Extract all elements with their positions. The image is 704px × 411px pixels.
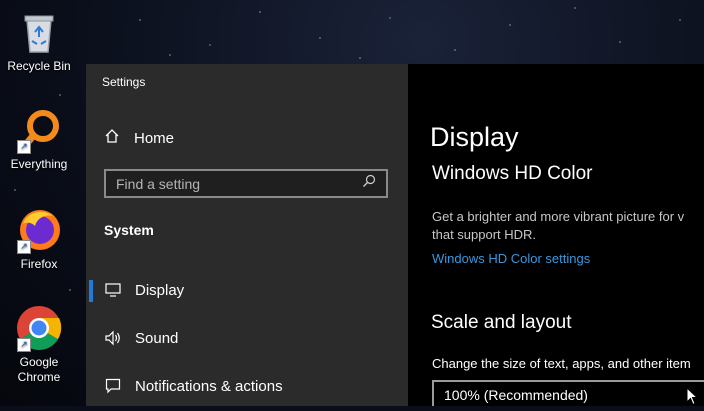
scale-dropdown[interactable]: 100% (Recommended) (432, 380, 704, 406)
home-icon (104, 128, 134, 148)
sidebar-item-display[interactable]: Display (86, 272, 408, 308)
settings-content: Display Windows HD Color Get a brighter … (408, 64, 704, 406)
hd-color-description-line2: that support HDR. (432, 227, 537, 242)
search-icon (362, 174, 376, 193)
page-title: Display (430, 122, 519, 152)
hd-color-description-line1: Get a brighter and more vibrant picture … (432, 209, 685, 224)
desktop-icon-google-chrome[interactable]: ↗ Google Chrome (0, 304, 78, 385)
hd-color-description: Get a brighter and more vibrant picture … (432, 208, 684, 244)
scale-description: Change the size of text, apps, and other… (432, 356, 691, 371)
settings-sidebar: Settings Home Find a setting System Disp… (86, 64, 408, 406)
desktop-icon-everything[interactable]: ↗ Everything (0, 106, 78, 172)
desktop-icon-firefox[interactable]: ↗ Firefox (0, 206, 78, 272)
settings-search-input[interactable]: Find a setting (104, 169, 388, 198)
sidebar-item-label: Notifications & actions (135, 377, 283, 395)
sidebar-item-notifications[interactable]: Notifications & actions (86, 368, 408, 404)
window-title: Settings (102, 75, 146, 89)
desktop-icon-recycle-bin[interactable]: Recycle Bin (0, 8, 78, 74)
speaker-icon (86, 330, 135, 346)
section-title-system: System (104, 222, 154, 238)
shortcut-arrow-icon: ↗ (17, 338, 31, 352)
mouse-cursor-icon (686, 386, 699, 411)
search-placeholder: Find a setting (116, 175, 201, 192)
chrome-icon: ↗ (15, 304, 63, 352)
shortcut-arrow-icon: ↗ (17, 240, 31, 254)
monitor-icon (86, 283, 135, 297)
section-heading-scale-layout: Scale and layout (431, 312, 572, 333)
home-nav-item[interactable]: Home (104, 128, 174, 148)
notification-icon (86, 378, 135, 394)
desktop-icon-label: Firefox (20, 257, 58, 271)
section-heading-hd-color: Windows HD Color (432, 163, 593, 184)
desktop-icon-label: Everything (10, 157, 68, 171)
sidebar-item-label: Display (135, 281, 185, 299)
hd-color-settings-link[interactable]: Windows HD Color settings (432, 251, 590, 266)
shortcut-arrow-icon: ↗ (17, 140, 31, 154)
desktop-icon-label: Recycle Bin (7, 59, 71, 73)
recycle-bin-icon (15, 8, 63, 56)
sidebar-item-label: Sound (135, 329, 179, 347)
desktop-icon-label-line2: Chrome (17, 370, 61, 384)
desktop-icon-label-line1: Google (19, 355, 59, 369)
everything-search-icon: ↗ (15, 106, 63, 154)
sidebar-item-sound[interactable]: Sound (86, 320, 408, 356)
scale-dropdown-value: 100% (Recommended) (444, 387, 588, 403)
settings-window: Settings Home Find a setting System Disp… (86, 64, 704, 406)
firefox-icon: ↗ (15, 206, 63, 254)
home-label: Home (134, 129, 175, 147)
